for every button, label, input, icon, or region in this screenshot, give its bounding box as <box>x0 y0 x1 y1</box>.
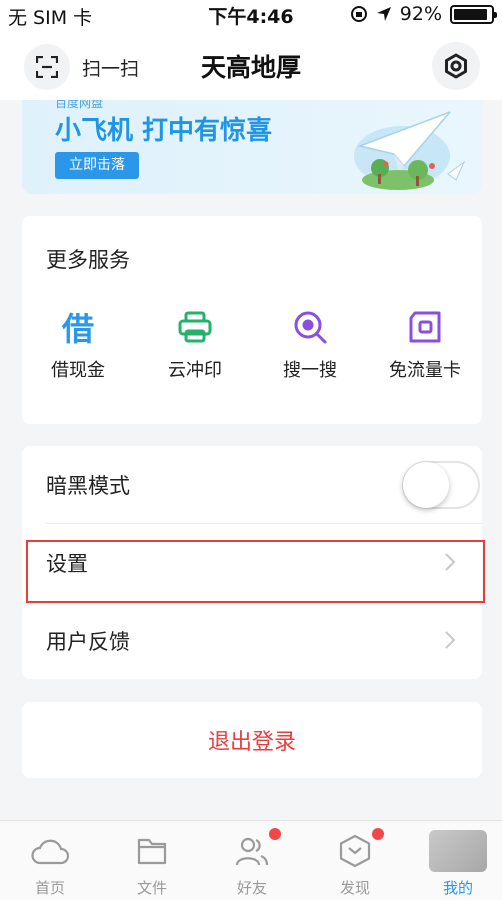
service-label: 免流量卡 <box>389 360 461 381</box>
tab-label: 好友 <box>236 879 267 897</box>
status-bar: 无 SIM 卡 下午4:46 92% <box>0 0 502 30</box>
discover-badge <box>372 828 384 840</box>
feedback-label: 用户反馈 <box>46 630 130 654</box>
gear-icon <box>445 53 467 79</box>
discover-icon <box>339 834 371 868</box>
avatar-icon <box>429 830 487 872</box>
tab-friends[interactable]: 好友 <box>212 828 292 898</box>
service-data-free-card[interactable]: 免流量卡 <box>375 308 475 382</box>
tab-home[interactable]: 首页 <box>10 831 90 898</box>
nav-bar: 扫一扫 天高地厚 <box>0 30 502 100</box>
service-cloud-print[interactable]: 云冲印 <box>145 308 245 382</box>
tab-label: 首页 <box>34 879 65 897</box>
tab-label: 我的 <box>442 879 473 897</box>
logout-button[interactable]: 退出登录 <box>22 702 482 778</box>
service-borrow-cash[interactable]: 借 借现金 <box>28 308 128 382</box>
page-title: 天高地厚 <box>200 53 301 82</box>
dark-mode-toggle[interactable] <box>402 461 480 509</box>
tab-bar: 首页 文件 好友 发现 我的 <box>0 820 502 900</box>
promo-banner[interactable]: 百度网盘 小飞机 打中有惊喜 立即击落 <box>22 100 482 194</box>
highlight-box <box>26 540 485 603</box>
rotation-lock-icon <box>350 6 367 22</box>
paper-plane-illustration <box>354 111 466 190</box>
battery-icon <box>450 4 497 24</box>
service-label: 借现金 <box>51 360 105 381</box>
tab-discover[interactable]: 发现 <box>315 828 395 898</box>
friends-badge <box>269 828 281 840</box>
logout-label: 退出登录 <box>207 730 296 755</box>
battery-percent: 92% <box>399 3 442 25</box>
service-search[interactable]: 搜一搜 <box>260 308 360 382</box>
more-services-card: 更多服务 借 借现金 云冲印 搜一搜 免流量卡 <box>22 216 482 424</box>
friends-icon <box>235 837 269 866</box>
sim-card-icon <box>409 311 441 343</box>
banner-title: 小飞机 打中有惊喜 <box>55 116 273 146</box>
dark-mode-label: 暗黑模式 <box>46 474 130 498</box>
tab-label: 文件 <box>136 879 167 897</box>
service-label: 搜一搜 <box>283 360 337 381</box>
search-icon <box>294 311 327 344</box>
tab-files[interactable]: 文件 <box>112 831 192 898</box>
services-title: 更多服务 <box>46 248 130 272</box>
chevron-right-icon <box>445 631 456 649</box>
tab-mine[interactable]: 我的 <box>418 830 498 898</box>
printer-icon <box>178 311 212 343</box>
tab-label: 发现 <box>339 879 370 897</box>
dark-mode-row: 暗黑模式 <box>22 446 482 524</box>
service-label: 云冲印 <box>168 360 222 381</box>
feedback-row[interactable]: 用户反馈 <box>22 602 482 680</box>
folder-icon <box>137 838 167 865</box>
settings-gear-button[interactable] <box>432 42 480 90</box>
location-arrow-icon <box>376 7 391 21</box>
banner-action-button[interactable]: 立即击落 <box>55 152 139 179</box>
battery-fill <box>454 8 488 20</box>
borrow-icon: 借 <box>61 310 94 348</box>
home-cloud-icon <box>31 839 69 865</box>
